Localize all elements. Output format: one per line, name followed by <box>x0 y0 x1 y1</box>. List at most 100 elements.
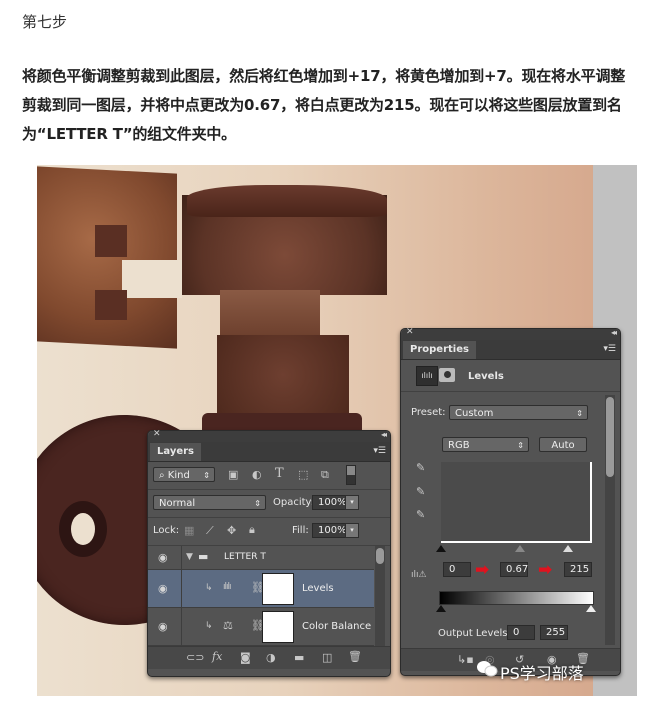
updown-icon: ⇕ <box>517 441 524 450</box>
black-eyedropper-icon[interactable]: ✎ <box>416 462 425 473</box>
expand-triangle-icon[interactable]: ▼ <box>186 552 193 563</box>
clipping-warning-icon: ılı⚠ <box>411 570 427 580</box>
opacity-label: Opacity: <box>273 497 315 508</box>
search-icon: ⌕ <box>159 470 168 481</box>
lock-label: Lock: <box>153 525 180 536</box>
layers-scrollbar[interactable] <box>375 546 385 646</box>
scrollbar-thumb[interactable] <box>376 548 384 564</box>
layer-mask-thumbnail[interactable] <box>262 611 294 643</box>
updown-icon: ⇕ <box>203 471 210 480</box>
scrollbar-thumb[interactable] <box>606 397 614 477</box>
preset-select[interactable]: Custom ⇕ <box>449 405 588 420</box>
levels-adjustment-icon[interactable]: ılılı <box>416 366 438 386</box>
output-black-field[interactable]: 0 <box>507 625 535 640</box>
clipping-arrow-icon: ↳ <box>205 621 213 631</box>
close-icon[interactable]: ✕ <box>406 327 414 337</box>
red-arrow-annotation: ➡ <box>538 560 553 580</box>
clip-icon[interactable]: ↳▪ <box>457 654 474 665</box>
layer-name: Levels <box>302 583 334 594</box>
folder-icon[interactable]: ▬ <box>294 652 304 663</box>
fx-icon[interactable]: fx <box>212 651 222 662</box>
letter-e-notch <box>95 225 127 257</box>
instruction-paragraph: 将颜色平衡调整剪裁到此图层，然后将红色增加到+17，将黄色增加到+7。现在将水平… <box>22 67 626 143</box>
channel-value: RGB <box>448 440 470 451</box>
letter-e-gap <box>122 260 182 298</box>
updown-icon: ⇕ <box>576 409 583 418</box>
output-white-field[interactable]: 255 <box>540 625 568 640</box>
mask-icon[interactable]: ◙ <box>240 652 251 663</box>
input-black-field[interactable]: 0 <box>443 562 471 577</box>
pixel-filter-icon[interactable]: ▣ <box>228 469 238 480</box>
fill-input[interactable]: 100% <box>312 523 347 538</box>
new-layer-icon[interactable]: ◫ <box>322 652 332 663</box>
layer-row-color-balance[interactable]: ◉ ↳ ⚖ ⛓︎ Color Balance <box>148 608 374 646</box>
red-arrow-annotation: ➡ <box>475 560 490 580</box>
letter-e-notch <box>95 290 127 320</box>
type-filter-icon[interactable]: T <box>275 467 284 480</box>
input-midtone-field[interactable]: 0.67 <box>500 562 528 577</box>
preset-value: Custom <box>455 408 494 419</box>
panel-menu-icon[interactable]: ▾☰ <box>373 446 386 456</box>
lock-all-icon[interactable]: 🔒︎ <box>249 524 255 535</box>
adjustment-title: Levels <box>468 371 504 382</box>
brownie-icing <box>187 185 387 217</box>
layer-row-levels[interactable]: ◉ ↳ ılılı ⛓︎ Levels <box>148 570 374 608</box>
layer-mask-thumbnail[interactable] <box>262 573 294 605</box>
lock-image-brush-icon[interactable]: ⟋ <box>206 525 214 536</box>
layer-name: LETTER T <box>224 552 266 562</box>
opacity-input[interactable]: 100% <box>312 495 347 510</box>
output-white-slider[interactable] <box>586 605 596 612</box>
input-white-field[interactable]: 215 <box>564 562 592 577</box>
panel-titlebar: ✕ ◂◂ <box>148 429 390 442</box>
channel-select[interactable]: RGB ⇕ <box>442 437 529 452</box>
gray-eyedropper-icon[interactable]: ✎ <box>416 486 425 497</box>
panel-menu-icon[interactable]: ▾☰ <box>603 344 616 354</box>
divider <box>148 517 390 518</box>
auto-button[interactable]: Auto <box>539 437 587 452</box>
blend-mode-select[interactable]: Normal ⇕ <box>153 495 266 510</box>
brownie-letter-t-stem <box>220 290 320 340</box>
collapse-icon[interactable]: ◂◂ <box>611 328 617 337</box>
clipping-arrow-icon: ↳ <box>205 583 213 593</box>
tab-layers[interactable]: Layers <box>150 443 201 461</box>
letter-o-hole <box>71 513 95 545</box>
levels-histogram-icon: ılılı <box>223 582 231 592</box>
smart-object-filter-icon[interactable]: ⧉ <box>321 469 329 480</box>
filter-kind-select[interactable]: ⌕ Kind ⇕ <box>153 467 215 482</box>
lock-transparent-icon[interactable]: ▦ <box>184 525 194 536</box>
updown-icon: ⇕ <box>254 499 261 508</box>
opacity-dropdown-button[interactable]: ▾ <box>345 495 359 510</box>
folder-icon: ▬ <box>198 550 209 563</box>
adjustment-icon[interactable]: ◑ <box>266 652 276 663</box>
tab-properties[interactable]: Properties <box>403 341 476 359</box>
properties-panel: ✕ ◂◂ Properties ▾☰ ılılı Levels Preset: … <box>400 327 621 676</box>
black-point-slider[interactable] <box>436 545 446 552</box>
shape-filter-icon[interactable]: ⬚ <box>298 469 308 480</box>
visibility-eye-icon[interactable]: ◉ <box>158 620 168 633</box>
divider <box>401 391 620 392</box>
output-black-slider[interactable] <box>436 605 446 612</box>
trash-icon[interactable]: 🗑︎ <box>348 651 362 662</box>
fill-dropdown-button[interactable]: ▾ <box>345 523 359 538</box>
lock-position-move-icon[interactable]: ✥ <box>227 525 236 536</box>
layers-panel: ✕ ◂◂ Layers ▾☰ ⌕ Kind ⇕ ▣ ◐ T ⬚ ⧉ Normal ⇕… <box>147 429 391 677</box>
watermark: PS学习部落 <box>500 664 584 683</box>
white-eyedropper-icon[interactable]: ✎ <box>416 509 425 520</box>
collapse-icon[interactable]: ◂◂ <box>381 430 387 439</box>
wechat-icon <box>477 661 498 677</box>
mask-toggle-icon[interactable] <box>439 368 455 382</box>
layer-row-group[interactable]: ◉ ▼ ▬ LETTER T <box>148 546 374 570</box>
close-icon[interactable]: ✕ <box>153 429 161 439</box>
visibility-eye-icon[interactable]: ◉ <box>158 551 168 564</box>
brownie-letter-e <box>37 166 177 349</box>
divider <box>148 489 390 490</box>
white-point-slider[interactable] <box>563 545 573 552</box>
properties-scrollbar[interactable] <box>605 395 615 645</box>
visibility-eye-icon[interactable]: ◉ <box>158 582 168 595</box>
adjustment-filter-icon[interactable]: ◐ <box>252 469 262 480</box>
balance-scale-icon: ⚖ <box>223 619 233 632</box>
filter-toggle[interactable] <box>346 465 356 485</box>
blend-mode-value: Normal <box>159 498 196 509</box>
midtone-slider[interactable] <box>515 545 525 552</box>
link-icon[interactable]: ⊂⊃ <box>186 652 204 663</box>
